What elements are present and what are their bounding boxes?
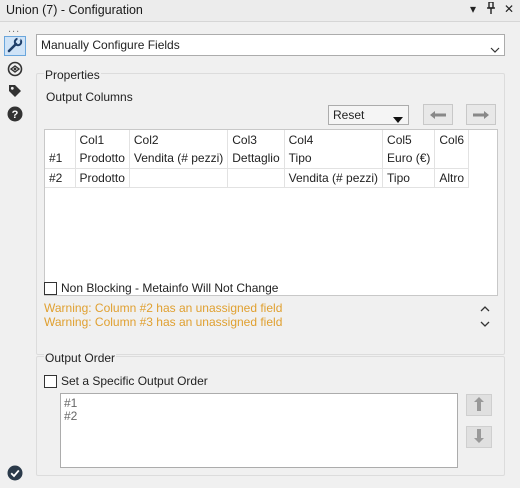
row-header[interactable]: #2	[45, 168, 76, 188]
table-cell[interactable]: Prodotto	[75, 168, 130, 188]
table-cell[interactable]: Vendita (# pezzi)	[284, 168, 384, 188]
svg-text:?: ?	[12, 109, 19, 121]
table-row: #2 Prodotto Vendita (# pezzi) Tipo Altro	[45, 168, 470, 188]
non-blocking-label: Non Blocking - Metainfo Will Not Change	[61, 281, 279, 295]
arrow-left-icon	[430, 108, 446, 122]
warning-message: Warning: Column #3 has an unassigned fie…	[44, 315, 283, 329]
table-cell[interactable]	[434, 149, 470, 169]
configuration-panel: Manually Configure Fields Properties Out…	[30, 22, 520, 488]
output-columns-grid[interactable]: Col1 Col2 Col3 Col4 Col5 Col6 #1 Prodott…	[44, 129, 498, 296]
table-cell[interactable]	[129, 168, 229, 188]
properties-label: Properties	[44, 68, 101, 82]
wrench-icon	[7, 37, 23, 56]
configuration-tab[interactable]	[4, 36, 26, 56]
check-circle-icon	[7, 465, 23, 484]
specific-order-label: Set a Specific Output Order	[61, 374, 208, 388]
help-icon: ?	[7, 106, 23, 125]
column-header[interactable]: Col5	[382, 130, 436, 149]
move-right-button[interactable]	[466, 104, 496, 125]
arrow-up-icon	[474, 396, 484, 414]
table-cell[interactable]: Tipo	[284, 149, 384, 169]
table-cell[interactable]: Vendita (# pezzi)	[129, 149, 229, 169]
output-order-label: Output Order	[44, 351, 117, 365]
list-item[interactable]: #2	[64, 409, 77, 423]
move-down-button[interactable]	[466, 426, 492, 448]
specific-order-checkbox[interactable]	[44, 375, 57, 388]
title-bar-controls: ▾ ✕	[468, 1, 514, 17]
scroll-up-icon[interactable]	[480, 304, 490, 314]
sidebar: ... ?	[0, 22, 30, 488]
table-cell[interactable]: Tipo	[382, 168, 436, 188]
move-up-button[interactable]	[466, 394, 492, 416]
warning-message: Warning: Column #2 has an unassigned fie…	[44, 301, 283, 315]
output-order-list[interactable]: #1 #2	[60, 393, 458, 468]
column-header[interactable]: Col4	[284, 130, 384, 149]
table-cell[interactable]: Prodotto	[75, 149, 130, 169]
corner-cell	[45, 130, 76, 149]
annotation-tab[interactable]	[4, 82, 26, 102]
dropdown-icon[interactable]: ▾	[468, 2, 478, 17]
table-cell[interactable]: Altro	[434, 168, 470, 188]
output-columns-label: Output Columns	[46, 90, 133, 104]
pin-icon[interactable]	[486, 1, 496, 17]
arrow-right-icon	[473, 108, 489, 122]
connections-tab[interactable]	[4, 60, 26, 80]
arrow-down-icon	[474, 428, 484, 446]
reset-dropdown[interactable]: Reset	[328, 105, 409, 125]
connections-icon	[7, 61, 23, 80]
configuration-mode-dropdown[interactable]: Manually Configure Fields	[36, 34, 505, 56]
column-header[interactable]: Col1	[75, 130, 130, 149]
tag-icon	[7, 83, 23, 102]
move-left-button[interactable]	[423, 104, 453, 125]
table-cell[interactable]	[227, 168, 285, 188]
overflow-icon[interactable]: ...	[8, 23, 20, 35]
reset-value: Reset	[333, 108, 365, 122]
configuration-mode-value: Manually Configure Fields	[41, 38, 180, 52]
column-header[interactable]: Col2	[129, 130, 229, 149]
table-cell[interactable]: Dettaglio	[227, 149, 285, 169]
row-header[interactable]: #1	[45, 149, 76, 169]
close-icon[interactable]: ✕	[504, 2, 514, 17]
scroll-down-icon[interactable]	[480, 319, 490, 329]
non-blocking-checkbox[interactable]	[44, 282, 57, 295]
window-title: Union (7) - Configuration	[6, 3, 143, 17]
table-cell[interactable]: Euro (€)	[382, 149, 436, 169]
title-bar: Union (7) - Configuration ▾ ✕	[0, 0, 520, 22]
column-header[interactable]: Col6	[434, 130, 470, 149]
warnings-box: Warning: Column #2 has an unassigned fie…	[44, 301, 498, 333]
table-row: #1 Prodotto Vendita (# pezzi) Dettaglio …	[45, 149, 470, 169]
list-item[interactable]: #1	[64, 396, 77, 410]
table-header-row: Col1 Col2 Col3 Col4 Col5 Col6	[45, 130, 470, 149]
caret-down-icon	[393, 112, 403, 126]
chevron-down-icon	[490, 42, 500, 56]
columns-table: Col1 Col2 Col3 Col4 Col5 Col6 #1 Prodott…	[45, 130, 470, 188]
help-tab[interactable]: ?	[4, 105, 26, 125]
column-header[interactable]: Col3	[227, 130, 285, 149]
